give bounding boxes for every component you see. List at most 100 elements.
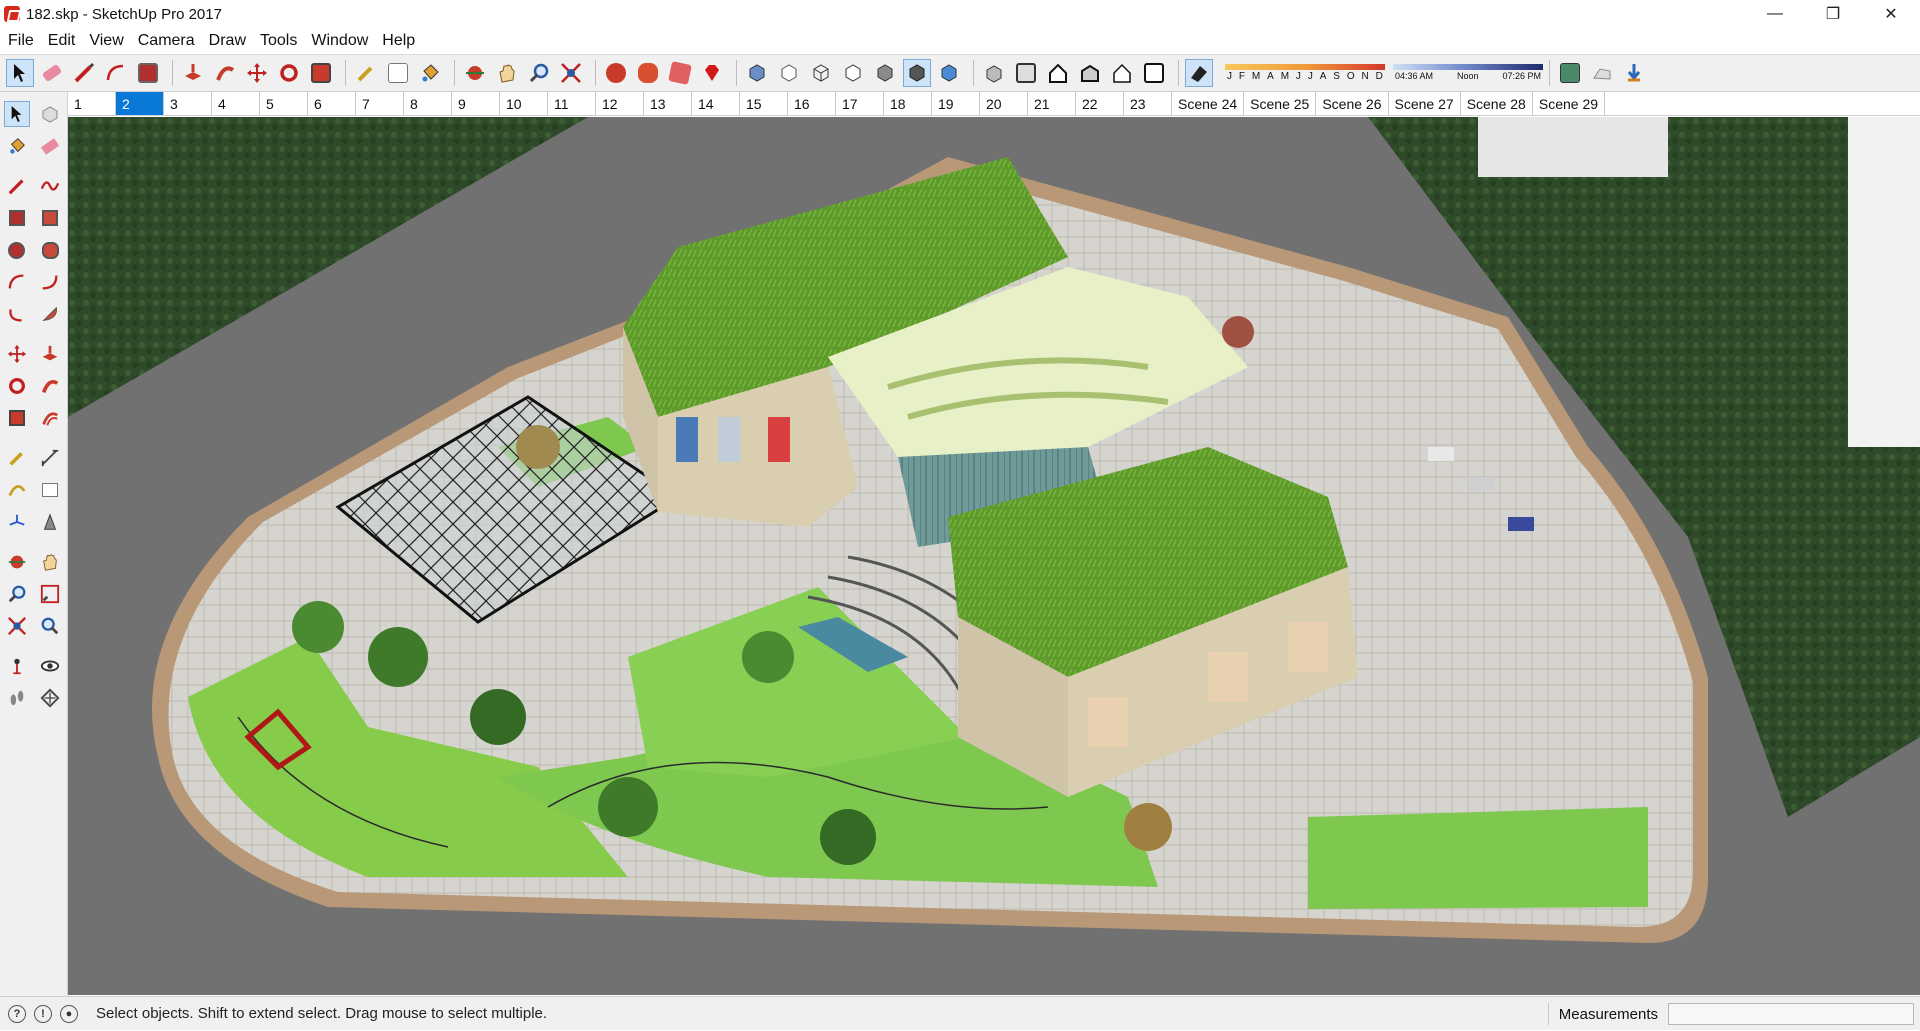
rotate-tool-icon[interactable] bbox=[4, 373, 30, 399]
extension-warehouse-icon[interactable] bbox=[634, 59, 662, 87]
credits-icon[interactable]: ! bbox=[34, 1004, 52, 1023]
scene-tab[interactable]: 8 bbox=[404, 92, 452, 115]
scene-tab[interactable]: 1 bbox=[68, 92, 116, 115]
protractor-icon[interactable] bbox=[4, 477, 30, 503]
two-point-arc-icon[interactable] bbox=[37, 269, 63, 295]
arc-tool-icon[interactable] bbox=[4, 269, 30, 295]
zoom-icon[interactable] bbox=[525, 59, 553, 87]
scene-tab[interactable]: Scene 29 bbox=[1533, 92, 1606, 115]
3d-warehouse-icon[interactable] bbox=[602, 59, 630, 87]
scene-tab[interactable]: Scene 28 bbox=[1461, 92, 1533, 115]
select-tool-icon[interactable] bbox=[6, 59, 34, 87]
scene-tab[interactable]: 15 bbox=[740, 92, 788, 115]
scene-tab[interactable]: 14 bbox=[692, 92, 740, 115]
model-viewport[interactable] bbox=[68, 117, 1920, 995]
layout-send-icon[interactable] bbox=[666, 59, 694, 87]
section-plane-icon[interactable] bbox=[37, 685, 63, 711]
scene-tab[interactable]: 12 bbox=[596, 92, 644, 115]
shadow-time-slider[interactable]: 04:36 AM Noon 07:26 PM bbox=[1393, 64, 1543, 82]
scene-tab[interactable]: 6 bbox=[308, 92, 356, 115]
push-pull-icon[interactable] bbox=[37, 341, 63, 367]
minimize-button[interactable]: — bbox=[1746, 0, 1804, 28]
arc-tool-icon[interactable] bbox=[102, 59, 130, 87]
scene-tab[interactable]: 17 bbox=[836, 92, 884, 115]
three-point-arc-icon[interactable] bbox=[4, 301, 30, 327]
pan-hand-icon[interactable] bbox=[37, 549, 63, 575]
orbit-icon[interactable] bbox=[4, 549, 30, 575]
walk-footprints-icon[interactable] bbox=[4, 685, 30, 711]
photo-textures-icon[interactable] bbox=[1620, 59, 1648, 87]
eraser-icon[interactable] bbox=[38, 59, 66, 87]
scene-tab[interactable]: 22 bbox=[1076, 92, 1124, 115]
zoom-window-icon[interactable] bbox=[37, 581, 63, 607]
menu-camera[interactable]: Camera bbox=[131, 32, 202, 50]
orbit-icon[interactable] bbox=[461, 59, 489, 87]
rectangle-tool-icon[interactable] bbox=[134, 59, 162, 87]
scene-tab[interactable]: 5 bbox=[260, 92, 308, 115]
scene-tab-selected[interactable]: 2 bbox=[116, 92, 164, 115]
left-view-icon[interactable] bbox=[1140, 59, 1168, 87]
follow-me-icon[interactable] bbox=[37, 373, 63, 399]
menu-help[interactable]: Help bbox=[375, 32, 422, 50]
shadow-month-slider[interactable]: J F M A M J J A S O N D bbox=[1225, 63, 1385, 83]
add-location-icon[interactable] bbox=[1556, 59, 1584, 87]
text-tool-icon[interactable] bbox=[37, 477, 63, 503]
xray-style-icon[interactable] bbox=[743, 59, 771, 87]
push-pull-icon[interactable] bbox=[179, 59, 207, 87]
scene-tab[interactable]: 10 bbox=[500, 92, 548, 115]
iso-view-icon[interactable] bbox=[980, 59, 1008, 87]
hidden-line-icon[interactable] bbox=[839, 59, 867, 87]
pie-tool-icon[interactable] bbox=[37, 301, 63, 327]
model-render[interactable] bbox=[68, 117, 1920, 995]
scene-tab[interactable]: Scene 27 bbox=[1389, 92, 1461, 115]
rotated-rectangle-icon[interactable] bbox=[37, 205, 63, 231]
geo-location-icon[interactable]: ? bbox=[8, 1004, 26, 1023]
shaded-icon[interactable] bbox=[871, 59, 899, 87]
scene-tab[interactable]: 20 bbox=[980, 92, 1028, 115]
right-view-icon[interactable] bbox=[1076, 59, 1104, 87]
3d-text-icon[interactable] bbox=[37, 509, 63, 535]
ruby-console-icon[interactable] bbox=[698, 59, 726, 87]
wireframe-icon[interactable] bbox=[807, 59, 835, 87]
scale-tool-icon[interactable] bbox=[307, 59, 335, 87]
menu-tools[interactable]: Tools bbox=[253, 32, 304, 50]
polygon-tool-icon[interactable] bbox=[37, 237, 63, 263]
rectangle-tool-icon[interactable] bbox=[4, 205, 30, 231]
pan-hand-icon[interactable] bbox=[493, 59, 521, 87]
scene-tab[interactable]: Scene 24 bbox=[1172, 92, 1245, 115]
freehand-icon[interactable] bbox=[37, 173, 63, 199]
monochrome-icon[interactable] bbox=[935, 59, 963, 87]
dimension-tool-icon[interactable] bbox=[37, 445, 63, 471]
menu-edit[interactable]: Edit bbox=[41, 32, 83, 50]
eraser-icon[interactable] bbox=[37, 133, 63, 159]
shaded-with-textures-icon[interactable] bbox=[903, 59, 931, 87]
rotate-tool-icon[interactable] bbox=[275, 59, 303, 87]
scene-tab[interactable]: Scene 26 bbox=[1316, 92, 1389, 115]
back-edges-icon[interactable] bbox=[775, 59, 803, 87]
scene-tab[interactable]: 19 bbox=[932, 92, 980, 115]
front-view-icon[interactable] bbox=[1044, 59, 1072, 87]
line-tool-icon[interactable] bbox=[4, 173, 30, 199]
scene-tab[interactable]: 18 bbox=[884, 92, 932, 115]
scene-tab[interactable]: 13 bbox=[644, 92, 692, 115]
tape-measure-icon[interactable] bbox=[4, 445, 30, 471]
text-tool-icon[interactable] bbox=[384, 59, 412, 87]
zoom-extents-icon[interactable] bbox=[557, 59, 585, 87]
menu-window[interactable]: Window bbox=[304, 32, 375, 50]
top-view-icon[interactable] bbox=[1012, 59, 1040, 87]
scene-tab[interactable]: 4 bbox=[212, 92, 260, 115]
circle-tool-icon[interactable] bbox=[4, 237, 30, 263]
menu-file[interactable]: File bbox=[0, 32, 41, 50]
scene-tab[interactable]: 9 bbox=[452, 92, 500, 115]
tape-measure-icon[interactable] bbox=[352, 59, 380, 87]
restore-button[interactable]: ❐ bbox=[1804, 0, 1862, 28]
axes-tool-icon[interactable] bbox=[4, 509, 30, 535]
scene-tab[interactable]: Scene 25 bbox=[1244, 92, 1317, 115]
position-camera-icon[interactable] bbox=[4, 653, 30, 679]
move-tool-icon[interactable] bbox=[243, 59, 271, 87]
pencil-line-icon[interactable] bbox=[70, 59, 98, 87]
scene-tab[interactable]: 16 bbox=[788, 92, 836, 115]
look-around-icon[interactable] bbox=[37, 653, 63, 679]
paint-bucket-icon[interactable] bbox=[416, 59, 444, 87]
zoom-extents-icon[interactable] bbox=[4, 613, 30, 639]
